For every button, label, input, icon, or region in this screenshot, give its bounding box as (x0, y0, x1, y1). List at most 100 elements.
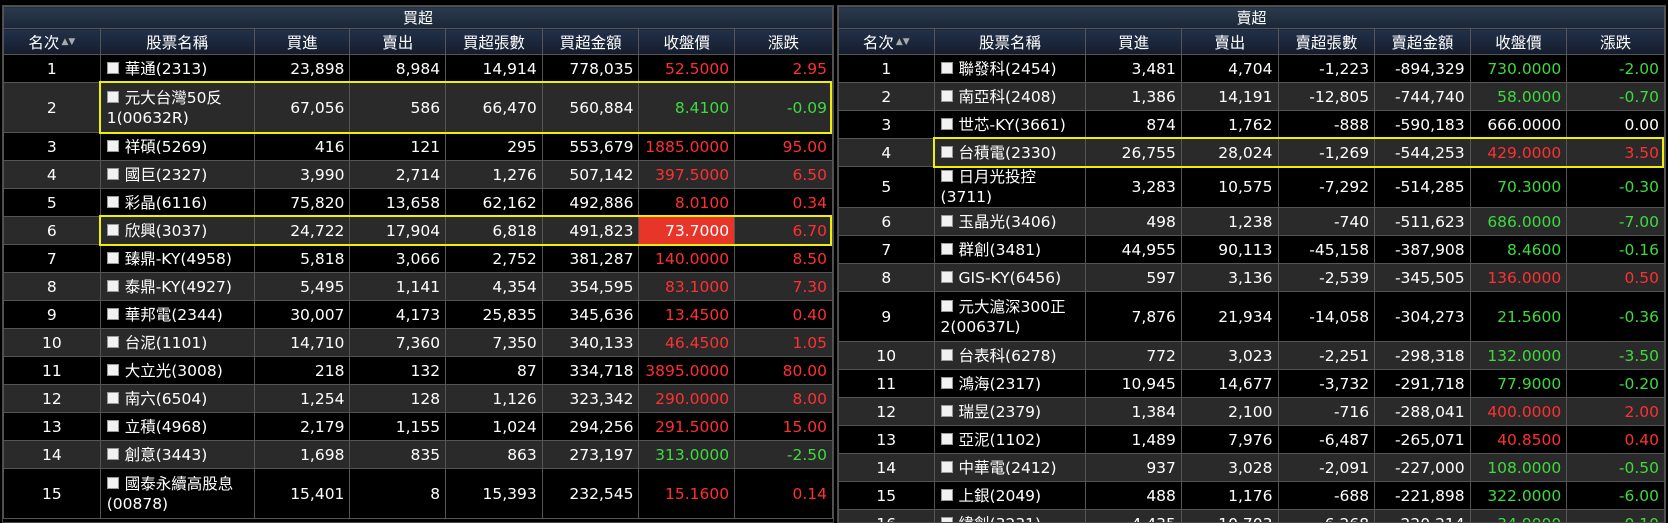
table-row[interactable]: 1 聯發科(2454) 3,481 4,704 -1,223 -894,329 730.00… (838, 54, 1665, 83)
checkbox-icon[interactable] (106, 335, 119, 348)
table-row[interactable]: 3 祥碩(5269) 416 121 295 553,679 1885.0000 95.00 (3, 132, 833, 161)
table-row[interactable]: 2 南亞科(2408) 1,386 14,191 -12,805 -744,740 58.0… (838, 82, 1665, 111)
table-row[interactable]: 8 GIS-KY(6456) 597 3,136 -2,539 -345,505 136.0… (838, 263, 1665, 292)
checkbox-icon[interactable] (106, 279, 119, 292)
checkbox-icon[interactable] (940, 242, 953, 255)
table-row[interactable]: 1 華通(2313) 23,898 8,984 14,914 778,035 52.5000… (3, 54, 833, 83)
stock-name-label[interactable]: 台表科(6278) (959, 347, 1057, 365)
stock-name-label[interactable]: 元大台灣50反1(00632R) (107, 89, 222, 127)
checkbox-icon[interactable] (940, 488, 953, 501)
table-row[interactable]: 11 大立光(3008) 218 132 87 334,718 3895.0000 80.00 (3, 356, 833, 385)
stock-name-label[interactable]: 緯創(3231) (959, 515, 1042, 523)
checkbox-icon[interactable] (940, 376, 953, 389)
stock-name-label[interactable]: 台積電(2330) (959, 144, 1057, 162)
checkbox-icon[interactable] (106, 167, 119, 180)
column-header-net-qty[interactable]: 買超張數 (445, 28, 543, 55)
table-row[interactable]: 13 立積(4968) 2,179 1,155 1,024 294,256 291.5000… (3, 412, 833, 441)
table-row[interactable]: 4 台積電(2330) 26,755 28,024 -1,269 -544,253 429.… (838, 138, 1665, 167)
stock-name-label[interactable]: 立積(4968) (125, 418, 208, 436)
checkbox-icon[interactable] (940, 460, 953, 473)
checkbox-icon[interactable] (106, 61, 119, 74)
checkbox-icon[interactable] (940, 404, 953, 417)
checkbox-icon[interactable] (940, 170, 953, 182)
checkbox-icon[interactable] (106, 419, 119, 432)
stock-name-label[interactable]: 台泥(1101) (125, 334, 208, 352)
table-row[interactable]: 8 泰鼎-KY(4927) 5,495 1,141 4,354 354,595 83.100… (3, 272, 833, 301)
table-row[interactable]: 5 彩晶(6116) 75,820 13,658 62,162 492,886 8.0100… (3, 188, 833, 217)
stock-name-label[interactable]: 臻鼎-KY(4958) (125, 250, 232, 268)
stock-name-label[interactable]: 上銀(2049) (959, 487, 1042, 505)
checkbox-icon[interactable] (940, 145, 953, 158)
column-header-name[interactable]: 股票名稱 (933, 28, 1087, 55)
checkbox-icon[interactable] (106, 476, 119, 489)
table-row[interactable]: 14 創意(3443) 1,698 835 863 273,197 313.0000 -2.5… (3, 440, 833, 469)
table-row[interactable]: 4 國巨(2327) 3,990 2,714 1,276 507,142 397.5000 6… (3, 160, 833, 189)
stock-name-label[interactable]: 國巨(2327) (125, 166, 208, 184)
stock-name-label[interactable]: 鴻海(2317) (959, 375, 1042, 393)
table-row[interactable]: 7 臻鼎-KY(4958) 5,818 3,066 2,752 381,287 140.00… (3, 244, 833, 273)
table-row[interactable]: 10 台表科(6278) 772 3,023 -2,251 -298,318 132.000… (838, 341, 1665, 370)
table-row[interactable]: 16 緯創(3231) 4,43510,703-6,268-220,21434.90… (838, 509, 1665, 523)
table-row[interactable]: 7 群創(3481) 44,955 90,113 -45,158 -387,908 8.46… (838, 235, 1665, 264)
checkbox-icon[interactable] (106, 307, 119, 320)
table-row[interactable]: 9 華邦電(2344) 30,007 4,173 25,835 345,636 13.450… (3, 300, 833, 329)
table-row[interactable]: 6 玉晶光(3406) 498 1,238 -740 -511,623 686.0000 -7… (838, 207, 1665, 236)
stock-name-label[interactable]: 中華電(2412) (959, 459, 1057, 477)
stock-name-label[interactable]: 聯發科(2454) (959, 60, 1057, 78)
checkbox-icon[interactable] (940, 348, 953, 361)
checkbox-icon[interactable] (940, 270, 953, 283)
stock-name-label[interactable]: 世芯-KY(3661) (959, 116, 1066, 134)
table-row[interactable]: 15 上銀(2049) 488 1,176 -688 -221,898 322.0000 -6… (838, 481, 1665, 510)
checkbox-icon[interactable] (940, 432, 953, 445)
table-row[interactable]: 9 元大滬深300正2(00637L) 7,876 21,934 -14,058 -304… (838, 291, 1665, 342)
stock-name-label[interactable]: 玉晶光(3406) (959, 213, 1057, 231)
table-row[interactable]: 3 世芯-KY(3661) 874 1,762 -888 -590,183 666.0000… (838, 110, 1665, 139)
table-row[interactable]: 5 日月光投控(3711) 3,283 10,575 -7,292 -514,285 70.… (838, 166, 1665, 208)
column-header-close[interactable]: 收盤價 (1469, 28, 1568, 55)
table-row[interactable]: 12 瑞昱(2379) 1,384 2,100 -716 -288,041 400.0000… (838, 397, 1665, 426)
table-row[interactable]: 13 亞泥(1102) 1,489 7,976 -6,487 -265,071 40.850… (838, 425, 1665, 454)
stock-name-label[interactable]: 泰鼎-KY(4927) (125, 278, 232, 296)
checkbox-icon[interactable] (106, 363, 119, 376)
column-header-rank[interactable]: 名次 ▲▼ (3, 28, 101, 55)
stock-name-label[interactable]: 國泰永續高股息(00878) (107, 475, 234, 513)
column-header-buy[interactable]: 買進 (253, 28, 351, 55)
checkbox-icon[interactable] (106, 447, 119, 460)
column-header-net-amount[interactable]: 買超金額 (541, 28, 640, 55)
checkbox-icon[interactable] (106, 223, 119, 236)
checkbox-icon[interactable] (106, 90, 119, 103)
column-header-sell[interactable]: 賣出 (1180, 28, 1279, 55)
table-row[interactable]: 2 元大台灣50反1(00632R) 67,056 586 66,470 560,884 8… (3, 82, 833, 133)
sort-updown-icon[interactable]: ▲▼ (896, 37, 910, 47)
stock-name-label[interactable]: 創意(3443) (125, 446, 208, 464)
checkbox-icon[interactable] (940, 299, 953, 312)
stock-name-label[interactable]: 華通(2313) (125, 60, 208, 78)
checkbox-icon[interactable] (940, 61, 953, 74)
stock-name-label[interactable]: 群創(3481) (959, 241, 1042, 259)
column-header-name[interactable]: 股票名稱 (99, 28, 255, 55)
stock-name-label[interactable]: 欣興(3037) (125, 222, 208, 240)
sort-updown-icon[interactable]: ▲▼ (61, 37, 75, 47)
stock-name-label[interactable]: 祥碩(5269) (125, 138, 208, 156)
column-header-buy[interactable]: 買進 (1085, 28, 1182, 55)
column-header-net-amount[interactable]: 賣超金額 (1374, 28, 1471, 55)
table-row[interactable]: 15 國泰永續高股息(00878) 15,401 8 15,393 232,545 15.1… (3, 468, 833, 519)
stock-name-label[interactable]: 彩晶(6116) (125, 194, 208, 212)
table-row[interactable]: 10 台泥(1101) 14,710 7,360 7,350 340,133 46.4500… (3, 328, 833, 357)
stock-name-label[interactable]: 日月光投控(3711) (941, 168, 1037, 206)
table-row[interactable]: 11 鴻海(2317) 10,945 14,677 -3,732 -291,718 77.9… (838, 369, 1665, 398)
stock-name-label[interactable]: 元大滬深300正2(00637L) (941, 298, 1066, 336)
column-header-close[interactable]: 收盤價 (638, 28, 736, 55)
stock-name-label[interactable]: 南六(6504) (125, 390, 208, 408)
column-header-sell[interactable]: 賣出 (349, 28, 447, 55)
stock-name-label[interactable]: 亞泥(1102) (959, 431, 1042, 449)
column-header-net-qty[interactable]: 賣超張數 (1277, 28, 1376, 55)
column-header-change[interactable]: 漲跌 (1566, 28, 1665, 55)
stock-name-label[interactable]: GIS-KY(6456) (959, 269, 1062, 287)
stock-name-label[interactable]: 瑞昱(2379) (959, 403, 1042, 421)
checkbox-icon[interactable] (940, 516, 953, 522)
checkbox-icon[interactable] (940, 89, 953, 102)
stock-name-label[interactable]: 大立光(3008) (125, 362, 223, 380)
checkbox-icon[interactable] (106, 251, 119, 264)
table-row[interactable]: 12 南六(6504) 1,254 128 1,126 323,342 290.0000 8.… (3, 384, 833, 413)
